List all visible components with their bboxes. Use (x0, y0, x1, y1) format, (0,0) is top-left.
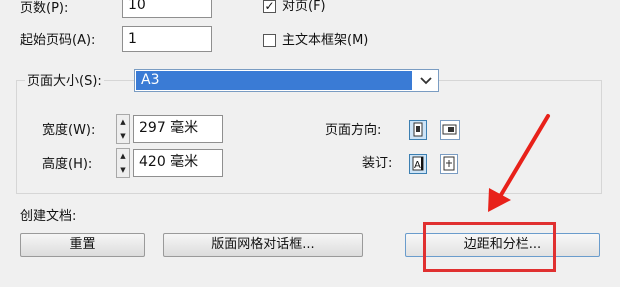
primary-text-frame-checkbox[interactable] (263, 34, 276, 47)
svg-text:A: A (414, 160, 421, 171)
width-label: 宽度(W): (42, 123, 96, 138)
width-spinner[interactable]: ▲ ▼ (116, 114, 130, 144)
pages-input[interactable]: 10 (122, 0, 212, 18)
height-spinner[interactable]: ▲ ▼ (116, 148, 130, 178)
reset-button[interactable]: 重置 (20, 233, 145, 257)
page-size-dropdown[interactable]: A3 (134, 69, 439, 92)
create-document-label: 创建文档: (20, 209, 77, 224)
red-arrow-icon (488, 114, 550, 212)
height-label: 高度(H): (42, 157, 93, 172)
pages-label: 页数(P): (20, 1, 69, 16)
width-input[interactable]: 297 毫米 (133, 115, 223, 143)
binding-right-button[interactable] (440, 154, 458, 174)
primary-text-frame-label: 主文本框架(M) (282, 33, 369, 48)
orientation-label: 页面方向: (325, 123, 382, 138)
start-page-label: 起始页码(A): (20, 33, 96, 48)
facing-pages-checkbox[interactable]: ✓ (263, 0, 276, 13)
right-binding-icon (443, 156, 455, 171)
binding-label: 装订: (362, 156, 393, 171)
portrait-icon (413, 122, 423, 137)
highlight-box (423, 222, 556, 272)
landscape-icon (442, 124, 457, 135)
page-size-value: A3 (136, 71, 412, 90)
portrait-orientation-button[interactable] (409, 120, 427, 140)
landscape-orientation-button[interactable] (440, 120, 460, 140)
page-size-label: 页面大小(S): (25, 73, 104, 91)
start-page-input[interactable]: 1 (122, 26, 212, 52)
facing-pages-label: 对页(F) (282, 0, 326, 14)
binding-left-button[interactable]: A (409, 154, 427, 174)
height-input[interactable]: 420 毫米 (133, 149, 223, 177)
layout-grid-button[interactable]: 版面网格对话框... (163, 233, 363, 257)
chevron-down-icon (420, 77, 432, 85)
left-binding-icon: A (412, 156, 424, 171)
